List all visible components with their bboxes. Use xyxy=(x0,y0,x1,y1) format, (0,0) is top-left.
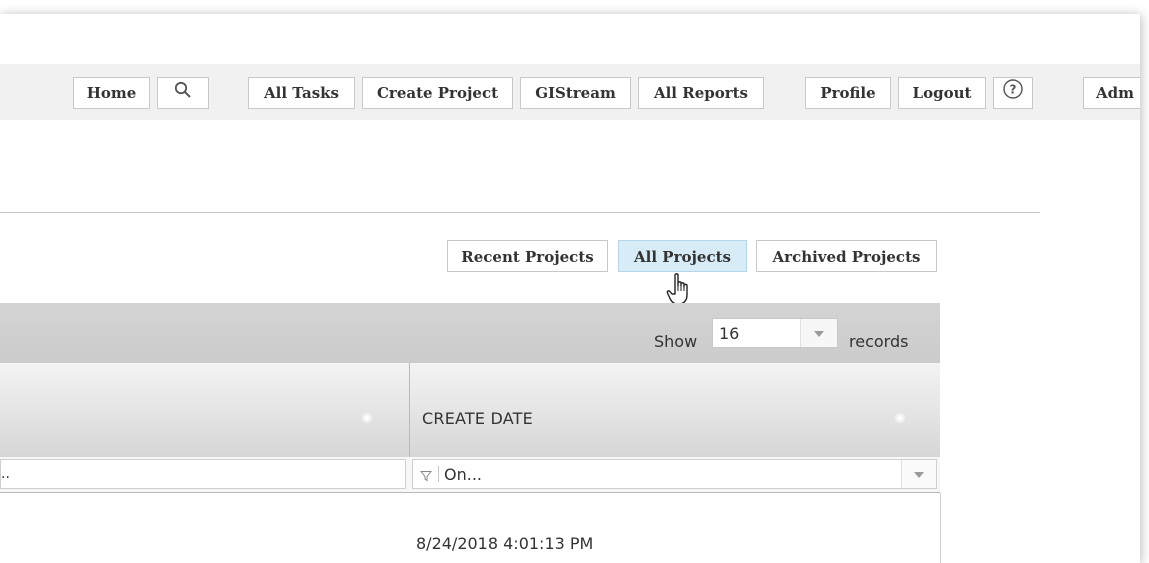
search-button[interactable] xyxy=(157,77,209,109)
filter-value: .. xyxy=(1,466,10,482)
records-label: records xyxy=(849,332,909,351)
help-button[interactable]: ? xyxy=(993,77,1033,109)
gear-icon[interactable] xyxy=(360,410,374,429)
archived-projects-tab[interactable]: Archived Projects xyxy=(756,240,937,272)
all-tasks-button[interactable]: All Tasks xyxy=(248,77,355,109)
home-button[interactable]: Home xyxy=(73,77,150,109)
create-project-button[interactable]: Create Project xyxy=(362,77,513,109)
table-cell xyxy=(0,493,409,563)
chevron-down-icon[interactable] xyxy=(901,460,936,488)
all-projects-tab[interactable]: All Projects xyxy=(618,240,747,272)
svg-text:?: ? xyxy=(1010,83,1017,97)
gistream-button[interactable]: GIStream xyxy=(520,77,631,109)
filter-operator: On... xyxy=(444,465,482,484)
recent-projects-tab[interactable]: Recent Projects xyxy=(447,240,608,272)
chevron-down-icon[interactable] xyxy=(800,319,837,347)
gear-icon[interactable] xyxy=(893,410,907,429)
filter-input[interactable]: .. xyxy=(0,459,406,489)
page-size-select[interactable]: 16 xyxy=(712,318,838,348)
page-size-value: 16 xyxy=(719,324,740,343)
section-divider xyxy=(0,212,1040,213)
admin-button[interactable]: Adm xyxy=(1083,77,1140,109)
search-icon xyxy=(174,79,192,108)
profile-button[interactable]: Profile xyxy=(805,77,891,109)
help-icon: ? xyxy=(1002,78,1024,108)
create-date-filter[interactable]: On... xyxy=(412,459,937,489)
filter-separator xyxy=(438,466,439,482)
create-date-cell: 8/24/2018 4:01:13 PM xyxy=(416,534,594,553)
app-window: Home All Tasks Create Project GIStream A… xyxy=(0,14,1140,563)
column-header-create-date[interactable]: CREATE DATE xyxy=(422,409,533,428)
show-label: Show xyxy=(654,332,698,351)
logout-button[interactable]: Logout xyxy=(898,77,986,109)
all-reports-button[interactable]: All Reports xyxy=(638,77,764,109)
filter-icon[interactable] xyxy=(419,467,433,486)
